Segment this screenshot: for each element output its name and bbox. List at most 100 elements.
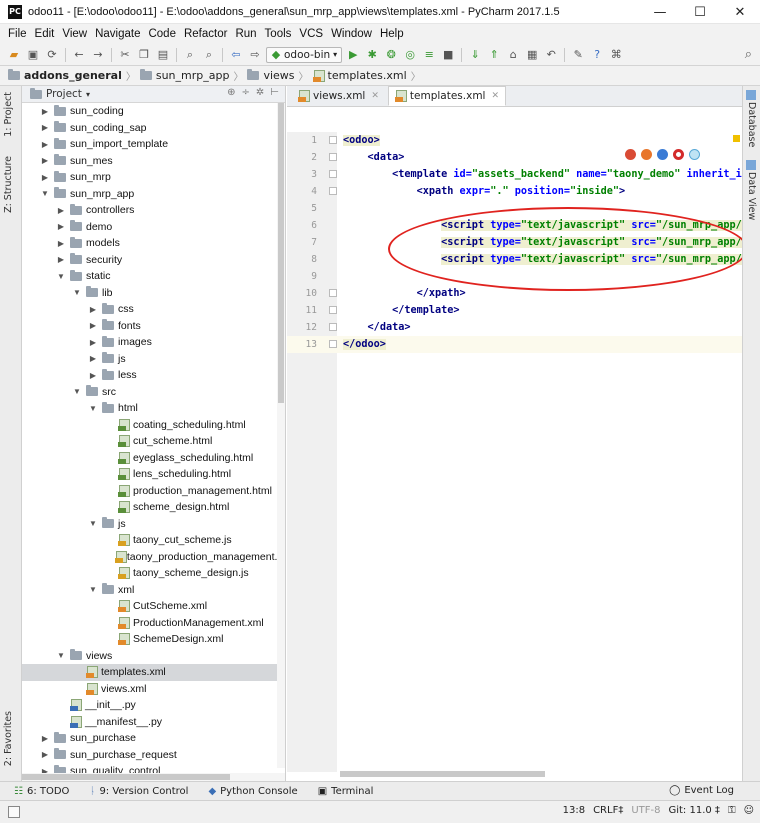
firefox-icon[interactable] bbox=[641, 149, 652, 160]
expand-right-icon[interactable]: ▶ bbox=[40, 173, 50, 182]
tab-favorites-tool[interactable]: 2: Favorites bbox=[3, 711, 14, 766]
tree-item[interactable]: ▼ js bbox=[22, 516, 285, 533]
tree-item[interactable]: ▶ sun_mrp bbox=[22, 169, 285, 186]
expand-right-icon[interactable]: ▶ bbox=[56, 206, 66, 215]
minimize-button[interactable]: — bbox=[640, 0, 680, 24]
tree-item[interactable]: eyeglass_scheduling.html bbox=[22, 450, 285, 467]
vcs-update-icon[interactable]: ⇓ bbox=[467, 47, 483, 63]
menu-window[interactable]: Window bbox=[327, 28, 376, 40]
tree-item[interactable]: cut_scheme.html bbox=[22, 433, 285, 450]
vcs-history-icon[interactable]: ▦ bbox=[524, 47, 540, 63]
menu-tools[interactable]: Tools bbox=[261, 28, 296, 40]
toggle-tool-windows-icon[interactable] bbox=[8, 806, 20, 818]
open-folder-icon[interactable]: ▰ bbox=[6, 47, 22, 63]
menu-file[interactable]: File bbox=[4, 28, 31, 40]
caret-position[interactable]: 13:8 bbox=[563, 805, 585, 816]
tree-item[interactable]: ▼ lib bbox=[22, 285, 285, 302]
tree-item[interactable]: taony_scheme_design.js bbox=[22, 565, 285, 582]
tree-item[interactable]: taony_production_management.js bbox=[22, 549, 285, 566]
breadcrumb-item-sun-mrp-app[interactable]: sun_mrp_app bbox=[136, 69, 234, 82]
plugin-icon[interactable]: ⌘ bbox=[608, 47, 624, 63]
sync-icon[interactable]: ⟳ bbox=[44, 47, 60, 63]
tree-item[interactable]: taony_cut_scheme.js bbox=[22, 532, 285, 549]
tool-version-control[interactable]: ᚿ 9: Version Control bbox=[89, 786, 188, 797]
git-branch[interactable]: Git: 11.0 ‡ bbox=[668, 805, 719, 816]
close-icon[interactable]: ✕ bbox=[491, 91, 499, 101]
code-line[interactable]: 3 <template id="assets_backend" name="ta… bbox=[287, 166, 742, 183]
expand-right-icon[interactable]: ▶ bbox=[40, 140, 50, 149]
fold-marker-icon[interactable] bbox=[329, 306, 337, 314]
fold-marker-icon[interactable] bbox=[329, 289, 337, 297]
menu-help[interactable]: Help bbox=[376, 28, 408, 40]
tree-item[interactable]: ▶ models bbox=[22, 235, 285, 252]
tree-item[interactable]: ▶ images bbox=[22, 334, 285, 351]
gear-icon[interactable]: ✲ bbox=[256, 87, 264, 98]
tree-item[interactable]: templates.xml bbox=[22, 664, 285, 681]
lock-icon[interactable]: ⚿ bbox=[728, 805, 736, 816]
tab-templates-xml[interactable]: templates.xml ✕ bbox=[387, 86, 507, 106]
menu-run[interactable]: Run bbox=[231, 28, 260, 40]
menu-view[interactable]: View bbox=[58, 28, 91, 40]
code-line[interactable]: 11 </template> bbox=[287, 302, 742, 319]
hector-icon[interactable]: ☺ bbox=[744, 805, 754, 816]
nav-back-icon[interactable]: ⇦ bbox=[228, 47, 244, 63]
expand-right-icon[interactable]: ▶ bbox=[88, 305, 98, 314]
tree-vertical-scrollbar[interactable] bbox=[277, 103, 285, 768]
tree-item[interactable]: ▶ css bbox=[22, 301, 285, 318]
tab-views-xml[interactable]: views.xml ✕ bbox=[291, 86, 386, 106]
expand-right-icon[interactable]: ▶ bbox=[40, 750, 50, 759]
close-button[interactable]: ✕ bbox=[720, 0, 760, 24]
tree-item[interactable]: ▶ sun_mes bbox=[22, 153, 285, 170]
coverage-icon[interactable]: ❂ bbox=[383, 47, 399, 63]
tool-python-console[interactable]: ◆ Python Console bbox=[208, 786, 297, 797]
save-icon[interactable]: ▣ bbox=[25, 47, 41, 63]
expand-right-icon[interactable]: ▶ bbox=[88, 354, 98, 363]
tree-item[interactable]: ▼ sun_mrp_app bbox=[22, 186, 285, 203]
tree-item[interactable]: ▶ controllers bbox=[22, 202, 285, 219]
expand-right-icon[interactable]: ▶ bbox=[88, 371, 98, 380]
find-icon[interactable]: ⌕ bbox=[182, 47, 198, 63]
expand-down-icon[interactable]: ▼ bbox=[88, 519, 98, 528]
tree-item[interactable]: ▶ fonts bbox=[22, 318, 285, 335]
menu-code[interactable]: Code bbox=[144, 28, 180, 40]
tree-item[interactable]: ▼ views bbox=[22, 648, 285, 665]
tree-horizontal-scrollbar[interactable] bbox=[22, 773, 285, 781]
back-icon[interactable]: ← bbox=[71, 47, 87, 63]
vcs-compare-icon[interactable]: ⌂ bbox=[505, 47, 521, 63]
expand-right-icon[interactable]: ▶ bbox=[88, 321, 98, 330]
profile-icon[interactable]: ◎ bbox=[402, 47, 418, 63]
expand-down-icon[interactable]: ▼ bbox=[88, 404, 98, 413]
tree-item[interactable]: __manifest__.py bbox=[22, 714, 285, 731]
tool-terminal[interactable]: ▣ Terminal bbox=[318, 786, 374, 797]
collapse-all-icon[interactable]: ÷ bbox=[242, 87, 250, 98]
tree-item[interactable]: ▶ sun_purchase bbox=[22, 730, 285, 747]
code-line[interactable]: 4 <xpath expr="." position="inside"> bbox=[287, 183, 742, 200]
tree-item[interactable]: __init__.py bbox=[22, 697, 285, 714]
chrome-icon[interactable] bbox=[625, 149, 636, 160]
editor-horizontal-scrollbar[interactable] bbox=[340, 771, 545, 777]
vcs-commit-icon[interactable]: ⇑ bbox=[486, 47, 502, 63]
tree-item[interactable]: ▶ sun_coding bbox=[22, 103, 285, 120]
fold-marker-icon[interactable] bbox=[329, 153, 337, 161]
tree-item[interactable]: SchemeDesign.xml bbox=[22, 631, 285, 648]
forward-icon[interactable]: → bbox=[90, 47, 106, 63]
expand-down-icon[interactable]: ▼ bbox=[56, 651, 66, 660]
tree-item[interactable]: ▶ demo bbox=[22, 219, 285, 236]
tree-item[interactable]: coating_scheduling.html bbox=[22, 417, 285, 434]
tree-item[interactable]: ▼ src bbox=[22, 384, 285, 401]
expand-right-icon[interactable]: ▶ bbox=[56, 239, 66, 248]
code-line[interactable]: 12 </data> bbox=[287, 319, 742, 336]
replace-icon[interactable]: ⌕ bbox=[201, 47, 217, 63]
cut-icon[interactable]: ✂ bbox=[117, 47, 133, 63]
tab-database[interactable]: Database bbox=[746, 102, 757, 147]
settings-icon[interactable]: ✎ bbox=[570, 47, 586, 63]
tree-item[interactable]: ProductionManagement.xml bbox=[22, 615, 285, 632]
expand-right-icon[interactable]: ▶ bbox=[56, 222, 66, 231]
vcs-revert-icon[interactable]: ↶ bbox=[543, 47, 559, 63]
expand-down-icon[interactable]: ▼ bbox=[88, 585, 98, 594]
stop-icon[interactable]: ■ bbox=[440, 47, 456, 63]
menu-navigate[interactable]: Navigate bbox=[91, 28, 144, 40]
event-log-button[interactable]: ◯ Event Log bbox=[669, 785, 734, 796]
expand-down-icon[interactable]: ▼ bbox=[40, 189, 50, 198]
help-icon[interactable]: ? bbox=[589, 47, 605, 63]
